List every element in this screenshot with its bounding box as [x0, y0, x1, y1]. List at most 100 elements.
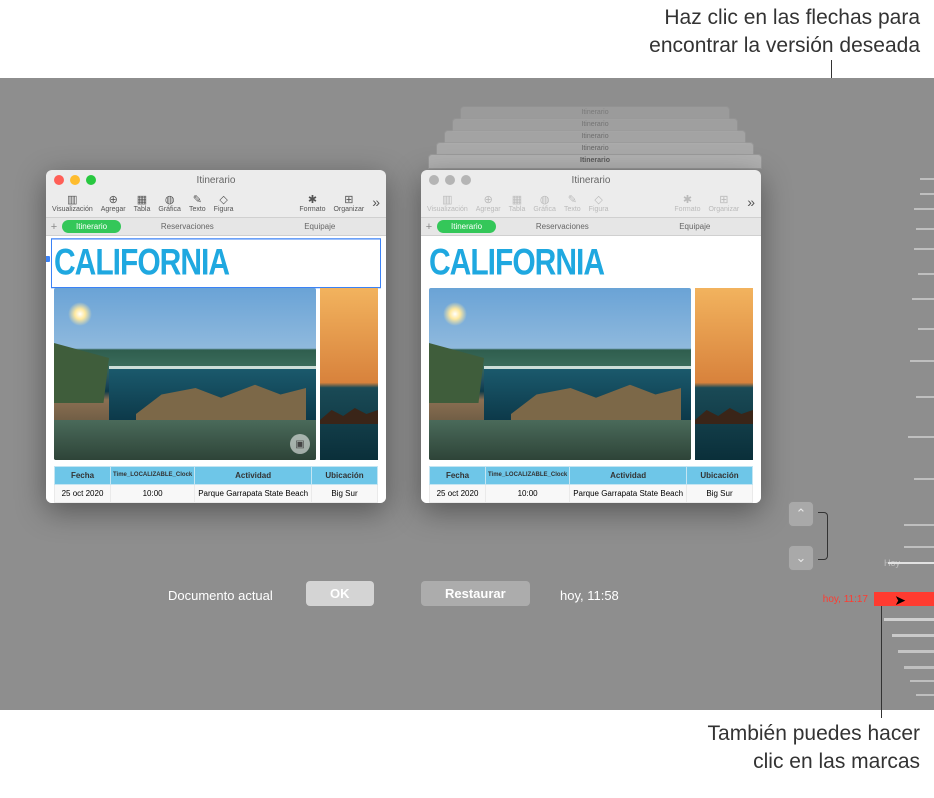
callout-arrows: Haz clic en las flechas para encontrar l…: [649, 4, 920, 61]
toolbar-label: Visualización: [427, 206, 468, 213]
toolbar-grafica[interactable]: ◍Gráfica: [158, 194, 181, 213]
timeline-tick[interactable]: [916, 228, 934, 230]
photo-sunset[interactable]: [320, 288, 378, 460]
tab-itinerario: Itinerario: [437, 220, 496, 233]
toolbar-visualizacion: ▥Visualización: [427, 194, 468, 213]
document-canvas[interactable]: CALIFORNIA ▣ Fecha Time_LOCALIZABLE_Cloc…: [46, 236, 386, 503]
tab-equipaje[interactable]: Equipaje: [254, 222, 386, 231]
toolbar-label: Organizar: [333, 206, 364, 213]
toolbar-figura[interactable]: ◇Figura: [214, 194, 234, 213]
timeline-tick[interactable]: [904, 546, 934, 548]
ghost-window: Itinerario: [428, 154, 762, 169]
toolbar-agregar[interactable]: ⊕Agregar: [101, 194, 126, 213]
cell-actividad: Parque Garrapata State Beach: [195, 485, 312, 503]
th-actividad: Actividad: [195, 467, 312, 485]
timeline-tick[interactable]: [918, 328, 934, 330]
current-document-label: Documento actual: [168, 588, 273, 603]
timeline-tick[interactable]: [916, 694, 934, 696]
timeline-tick[interactable]: [914, 248, 934, 250]
toolbar-label: Formato: [299, 206, 325, 213]
version-timestamp-label: hoy, 11:58: [560, 588, 619, 603]
version-prev-button[interactable]: ⌃: [788, 501, 814, 527]
timeline-tick[interactable]: [910, 360, 934, 362]
timeline-tick[interactable]: [904, 524, 934, 526]
toolbar-organizar: ⊞Organizar: [708, 194, 739, 213]
timeline-tick[interactable]: [920, 178, 934, 180]
text-icon: ✎: [565, 194, 579, 205]
timeline-tick[interactable]: [892, 634, 934, 637]
callout-ticks: También puedes hacer clic en las marcas: [708, 720, 920, 777]
window-title: Itinerario: [46, 175, 386, 186]
itinerary-table[interactable]: Fecha Time_LOCALIZABLE_Clock Actividad U…: [54, 466, 378, 503]
toolbar-label: Texto: [564, 206, 581, 213]
cursor-icon: ➤: [894, 592, 906, 609]
tab-reservaciones[interactable]: Reservaciones: [121, 222, 253, 231]
photo-sunset: [695, 288, 753, 460]
sheet-tabs: + Itinerario Reservaciones Equipaje: [421, 218, 761, 236]
cell-fecha: 25 oct 2020: [430, 485, 486, 503]
titlebar: Itinerario: [421, 170, 761, 190]
cell-ubicacion: Big Sur: [687, 485, 753, 503]
timeline-tick[interactable]: [908, 436, 934, 438]
toolbar-label: Figura: [589, 206, 609, 213]
selection-handle[interactable]: [46, 256, 50, 262]
itinerary-table: Fecha Time_LOCALIZABLE_Clock Actividad U…: [429, 466, 753, 503]
format-icon: ✱: [305, 194, 319, 205]
version-document-window: Itinerario ▥Visualización ⊕Agregar ▦Tabl…: [421, 170, 761, 503]
cell-clock: 10:00: [111, 485, 195, 503]
restore-button[interactable]: Restaurar: [421, 581, 530, 606]
timeline-tick[interactable]: [916, 396, 934, 398]
timeline-tick[interactable]: [912, 298, 934, 300]
timeline-tick-today[interactable]: [888, 562, 934, 564]
view-icon: ▥: [65, 194, 79, 205]
tab-itinerario[interactable]: Itinerario: [62, 220, 121, 233]
timeline-tick[interactable]: [904, 666, 934, 669]
timeline-tick[interactable]: [884, 618, 934, 621]
toolbar-tabla[interactable]: ▦Tabla: [134, 194, 151, 213]
format-icon: ✱: [680, 194, 694, 205]
chevron-right-icon: »: [747, 194, 755, 213]
toolbar: ▥Visualización ⊕Agregar ▦Tabla ◍Gráfica …: [421, 190, 761, 218]
timeline-tick[interactable]: [898, 650, 934, 653]
photo-coast: [429, 288, 691, 460]
toolbar-visualizacion[interactable]: ▥Visualización: [52, 194, 93, 213]
th-ubicacion: Ubicación: [687, 467, 753, 485]
th-clock: Time_LOCALIZABLE_Clock: [111, 467, 195, 485]
toolbar-agregar: ⊕Agregar: [476, 194, 501, 213]
photo-row: [429, 288, 753, 460]
plus-icon: ⊕: [481, 194, 495, 205]
shape-icon: ◇: [592, 194, 606, 205]
table-row: 25 oct 2020 10:00 Parque Garrapata State…: [430, 485, 753, 503]
current-document-window: Itinerario ▥Visualización ⊕Agregar ▦Tabl…: [46, 170, 386, 503]
toolbar-organizar[interactable]: ⊞Organizar: [333, 194, 364, 213]
toolbar-label: Formato: [674, 206, 700, 213]
th-actividad: Actividad: [570, 467, 687, 485]
ok-button[interactable]: OK: [306, 581, 374, 606]
timeline-tick[interactable]: [914, 478, 934, 480]
tab-reservaciones: Reservaciones: [496, 222, 628, 231]
th-clock: Time_LOCALIZABLE_Clock: [486, 467, 570, 485]
toolbar-label: Visualización: [52, 206, 93, 213]
toolbar-label: Tabla: [509, 206, 526, 213]
table-icon: ▦: [135, 194, 149, 205]
cell-ubicacion: Big Sur: [312, 485, 378, 503]
toolbar-label: Agregar: [101, 206, 126, 213]
image-placeholder-icon[interactable]: ▣: [290, 434, 310, 454]
toolbar-figura: ◇Figura: [589, 194, 609, 213]
timeline-tick[interactable]: [910, 680, 934, 682]
toolbar-label: Tabla: [134, 206, 151, 213]
timeline-tick[interactable]: [918, 273, 934, 275]
toolbar-texto[interactable]: ✎Texto: [189, 194, 206, 213]
th-fecha: Fecha: [55, 467, 111, 485]
toolbar-formato[interactable]: ✱Formato: [299, 194, 325, 213]
add-sheet-button: +: [421, 221, 437, 233]
photo-coast[interactable]: ▣: [54, 288, 316, 460]
timeline-tick[interactable]: [920, 193, 934, 195]
timeline-tick[interactable]: [914, 208, 934, 210]
table-row[interactable]: 25 oct 2020 10:00 Parque Garrapata State…: [55, 485, 378, 503]
version-next-button[interactable]: ⌄: [788, 545, 814, 571]
add-sheet-button[interactable]: +: [46, 221, 62, 233]
headline-text[interactable]: CALIFORNIA: [54, 242, 378, 285]
toolbar-label: Texto: [189, 206, 206, 213]
chevron-right-icon[interactable]: »: [372, 194, 380, 213]
